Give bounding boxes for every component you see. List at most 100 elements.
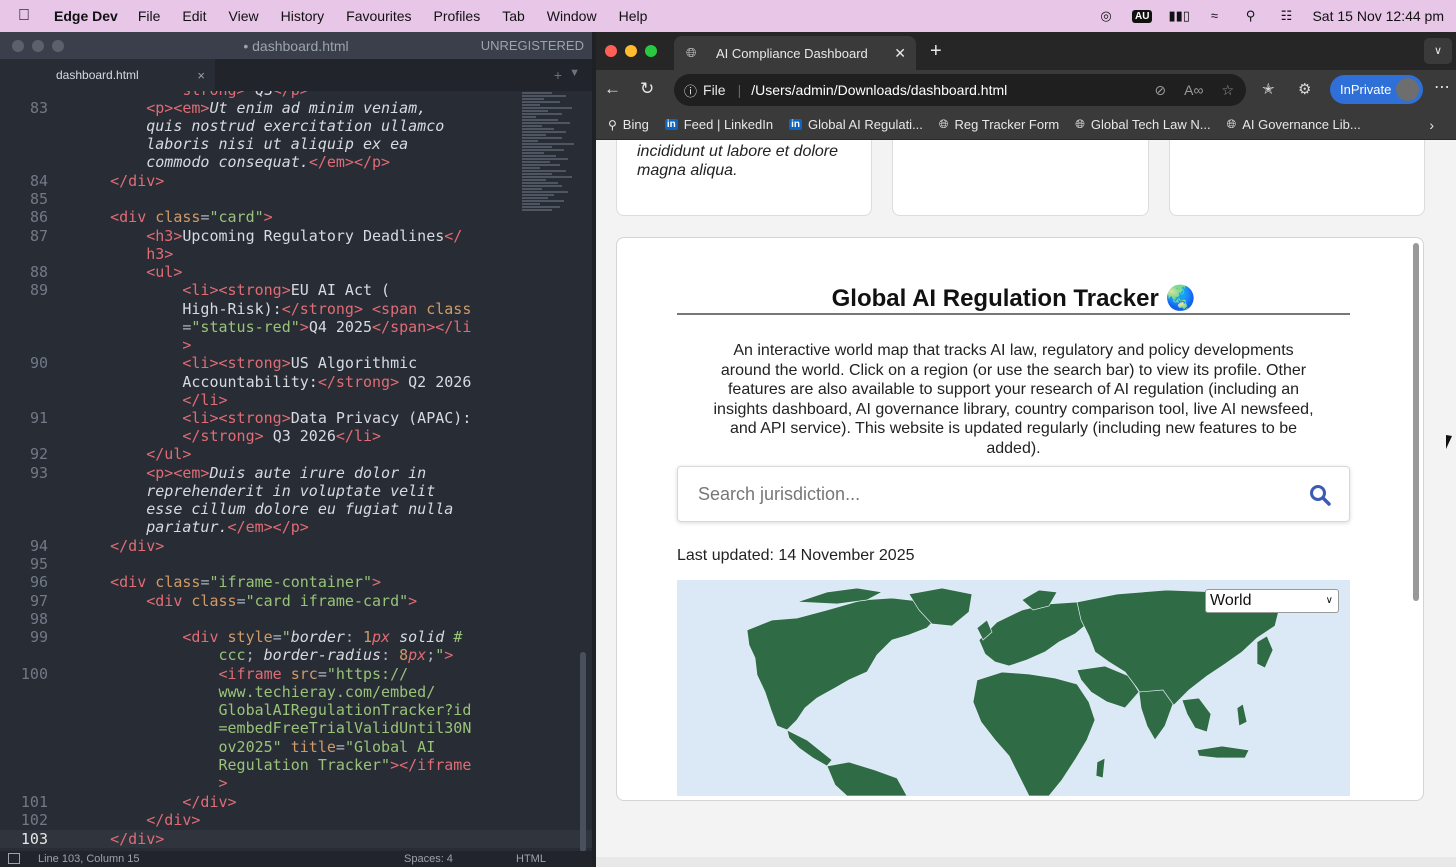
editor-title-text: dashboard.html (252, 37, 349, 54)
code-line: </ul> (146, 445, 192, 463)
screen-record-icon[interactable]: ◎ (1096, 8, 1116, 24)
tab-actions-chevron-icon[interactable]: ∨ (1424, 38, 1452, 64)
line-number: 102 (20, 811, 48, 829)
back-arrow-icon[interactable]: ← (604, 79, 621, 99)
code-editor-window: • dashboard.html UNREGISTERED ◀ ▶ dashbo… (0, 32, 592, 867)
browser-zoom-button[interactable] (645, 45, 657, 57)
region-india (1138, 689, 1174, 741)
favourites-bar: ⚲ Bing in Feed | LinkedIn in Global AI Regu… (596, 110, 1456, 140)
menu-history[interactable]: History (281, 8, 325, 24)
tracker-description: An interactive world map that tracks AI … (713, 342, 1314, 457)
status-syntax[interactable]: HTML (516, 853, 546, 865)
code-line: <p><em>Ut enim ad minim veniam, (146, 99, 427, 117)
address-bar-actions: ⊘ A∞ ☆ (1154, 82, 1234, 99)
code-line: ="status-red">Q4 2025</span></li (74, 318, 472, 336)
region-select[interactable]: World ∨ (1205, 589, 1339, 613)
code-line: Regulation Tracker"></iframe (218, 756, 472, 774)
world-map[interactable]: World ∨ (677, 580, 1350, 796)
site-info-icon[interactable]: ⓘ (684, 81, 697, 100)
page-viewport: incididunt ut labore et dolore magna ali… (596, 140, 1456, 867)
control-center-icon[interactable]: ☷ (1276, 8, 1296, 24)
address-bar[interactable]: ⓘ File | /Users/admin/Downloads/dashboar… (674, 74, 1246, 106)
editor-scrollbar[interactable] (580, 652, 586, 852)
browser-tab-active[interactable]: 🌐︎ AI Compliance Dashboard ✕ (674, 36, 916, 70)
inprivate-label: InPrivate (1340, 82, 1392, 97)
inprivate-profile-button[interactable]: InPrivate (1330, 75, 1424, 104)
globe-icon: 🌐︎ (938, 117, 949, 131)
code-line: commodo consequat.</em></p> (146, 153, 391, 171)
line-number: 97 (29, 592, 48, 610)
status-indentation[interactable]: Spaces: 4 (404, 853, 453, 865)
browser-window: 🌐︎ AI Compliance Dashboard ✕ + ∨ ← ↻ ⓘ F… (596, 32, 1456, 867)
tab-list-chevron-icon[interactable]: ▼ (569, 67, 580, 79)
search-input[interactable]: Search jurisdiction... (677, 466, 1350, 522)
code-area[interactable]: 83 84 85 86 87 88 89 90 91 92 93 94 95 9… (0, 91, 592, 851)
editor-tab-label: dashboard.html (56, 68, 139, 82)
sidebar-toggle-icon[interactable] (8, 853, 20, 864)
menu-file[interactable]: File (138, 8, 161, 24)
avatar (1396, 78, 1420, 101)
editor-tab-dashboard[interactable]: dashboard.html × (0, 59, 215, 91)
bing-search-icon: ⚲ (608, 117, 617, 132)
favourite-global-tech-law[interactable]: 🌐︎ Global Tech Law N... (1075, 117, 1210, 132)
browser-close-button[interactable] (605, 45, 617, 57)
editor-titlebar: • dashboard.html UNREGISTERED (0, 32, 592, 59)
code-line: h3> (146, 245, 174, 263)
read-aloud-icon[interactable]: A∞ (1184, 82, 1203, 99)
menu-window[interactable]: Window (547, 8, 597, 24)
reload-icon[interactable]: ↻ (640, 79, 654, 99)
wifi-icon[interactable]: ≈ (1204, 8, 1224, 24)
menu-edit[interactable]: Edit (182, 8, 206, 24)
favourite-linkedin-feed[interactable]: in Feed | LinkedIn (664, 117, 774, 132)
favourites-overflow-chevron-icon[interactable]: › (1429, 117, 1434, 133)
input-source-badge[interactable]: AU (1132, 9, 1153, 23)
search-icon[interactable] (1309, 484, 1331, 506)
code-line: reprehenderit in voluptate velit (146, 482, 436, 500)
new-tab-plus-icon[interactable]: + (930, 40, 942, 63)
code-line: </li> (182, 391, 228, 409)
menubar-datetime[interactable]: Sat 15 Nov 12:44 pm (1312, 8, 1444, 24)
menu-tab[interactable]: Tab (502, 8, 525, 24)
code-line: </div> (182, 793, 237, 811)
tracking-prevention-icon[interactable]: ⊘ (1154, 82, 1166, 99)
favourite-star-icon[interactable]: ☆ (1221, 82, 1234, 99)
spotlight-search-icon[interactable]: ⚲ (1240, 8, 1260, 24)
iframe-scrollbar[interactable] (1413, 243, 1419, 601)
favourite-global-ai-regulation[interactable]: in Global AI Regulati... (789, 117, 923, 132)
battery-icon[interactable]: ▮▮▯ (1168, 8, 1189, 24)
app-menu-name[interactable]: Edge Dev (54, 8, 118, 24)
more-options-icon[interactable]: ⋯ (1434, 77, 1450, 97)
dashboard-card (892, 140, 1149, 216)
code-line: </div> (110, 172, 165, 190)
close-tab-icon[interactable]: × (197, 68, 205, 83)
code-line: <div class="iframe-container"> (110, 573, 382, 591)
menu-profiles[interactable]: Profiles (434, 8, 481, 24)
code-line: </div> (110, 537, 165, 555)
address-url[interactable]: /Users/admin/Downloads/dashboard.html (751, 82, 1007, 98)
menu-view[interactable]: View (229, 8, 259, 24)
menu-help[interactable]: Help (619, 8, 648, 24)
browser-minimize-button[interactable] (625, 45, 637, 57)
extensions-icon[interactable]: ⚙ (1298, 80, 1311, 98)
favourites-list-icon[interactable]: ✭ (1262, 80, 1275, 98)
code-minimap[interactable] (522, 91, 578, 391)
code-line: <li><strong>US Algorithmic (182, 354, 418, 372)
favourite-bing[interactable]: ⚲ Bing (608, 117, 649, 132)
menu-favourites[interactable]: Favourites (346, 8, 411, 24)
line-number-gutter: 83 84 85 86 87 88 89 90 91 92 93 94 95 9… (0, 91, 70, 851)
editor-status-bar: Line 103, Column 15 Spaces: 4 HTML (0, 851, 592, 867)
line-number: 83 (29, 99, 48, 117)
globe-icon: 🌐︎ (686, 45, 697, 60)
favourite-ai-governance-library[interactable]: 🌐︎ AI Governance Lib... (1227, 117, 1361, 132)
code-line: <iframe src="https:// (218, 665, 409, 683)
chevron-down-icon: ∨ (1325, 595, 1333, 606)
favourite-reg-tracker-form[interactable]: 🌐︎ Reg Tracker Form (939, 117, 1059, 132)
tracker-title: Global AI Regulation Tracker 🌏 (831, 285, 1196, 312)
favourite-label: Feed | LinkedIn (683, 117, 774, 132)
close-tab-icon[interactable]: ✕ (894, 45, 906, 62)
code-line: </div> (110, 830, 165, 848)
new-tab-plus-icon[interactable]: + (554, 67, 562, 83)
line-number: 101 (20, 793, 48, 811)
apple-menu-icon[interactable]:  (18, 7, 38, 25)
code-line: GlobalAIRegulationTracker?id (218, 701, 472, 719)
